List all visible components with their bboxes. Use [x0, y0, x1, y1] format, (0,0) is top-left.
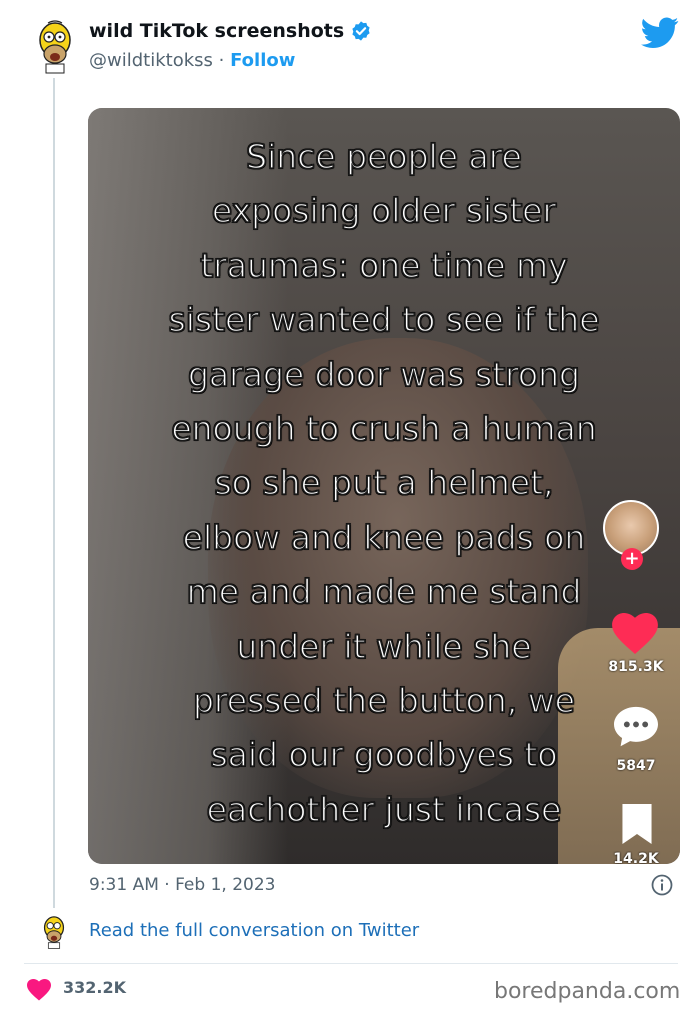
tiktok-heart-icon [612, 613, 658, 655]
caption-line: eachother just incase [206, 789, 562, 830]
caption-line: under it while she [236, 626, 533, 667]
tiktok-comment-icon [614, 706, 658, 747]
caption-line: garage door was strong [187, 354, 581, 395]
follow-button[interactable]: Follow [230, 50, 295, 71]
caption-line: enough to crush a human [171, 408, 598, 449]
verified-badge-icon [352, 21, 370, 41]
twitter-bird-icon[interactable] [641, 16, 679, 50]
read-conversation-link[interactable]: Read the full conversation on Twitter [89, 920, 419, 941]
caption-line: pressed the button, we [192, 680, 575, 721]
user-meta: @wildtiktokss · Follow [89, 50, 295, 71]
caption-line: elbow and knee pads on [182, 517, 586, 558]
info-icon[interactable] [651, 874, 673, 896]
divider [24, 963, 678, 964]
user-display-name[interactable]: wild TikTok screenshots [89, 20, 372, 42]
tiktok-follow-plus: + [621, 548, 643, 570]
caption-line: traumas: one time my [200, 245, 569, 286]
homer-avatar-icon [43, 916, 65, 949]
caption-line: me and made me stand [186, 571, 582, 612]
caption-line: said our goodbyes to [210, 735, 559, 776]
tiktok-like-count: 815.3K [608, 659, 664, 675]
tiktok-caption: Since people are exposing older sister t… [106, 130, 662, 837]
caption-line: sister wanted to see if the [168, 299, 601, 340]
homer-avatar-icon[interactable] [34, 20, 76, 74]
caption-line: so she put a helmet, [214, 463, 555, 504]
meta-separator: · [218, 50, 225, 71]
like-count[interactable]: 332.2K [63, 978, 126, 997]
tiktok-comment-count: 5847 [616, 758, 656, 774]
tweet-embed: wild TikTok screenshots @wildtiktokss · … [0, 0, 700, 1016]
tweet-media[interactable]: Since people are exposing older sister t… [88, 108, 680, 864]
display-name-text[interactable]: wild TikTok screenshots [89, 20, 344, 42]
heart-icon[interactable] [27, 979, 51, 1001]
caption-line: Since people are [245, 136, 522, 177]
caption-line: exposing older sister [211, 191, 557, 232]
thread-line [53, 78, 55, 908]
tiktok-save-count: 14.2K [613, 851, 659, 864]
tweet-timestamp[interactable]: 9:31 AM · Feb 1, 2023 [89, 875, 275, 895]
user-handle[interactable]: @wildtiktokss [89, 50, 213, 71]
boredpanda-watermark: boredpanda.com [494, 979, 681, 1004]
tiktok-bookmark-icon [622, 804, 652, 844]
